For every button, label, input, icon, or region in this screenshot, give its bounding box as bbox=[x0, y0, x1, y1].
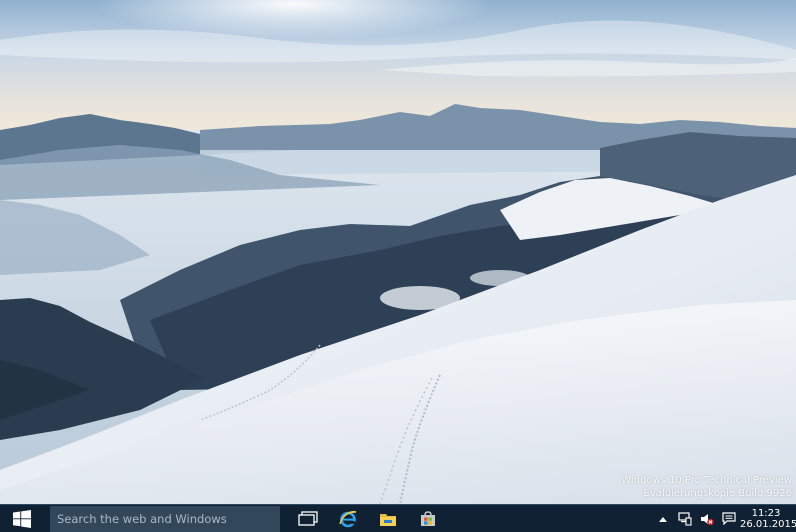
wallpaper-mountain-landscape bbox=[0, 0, 796, 504]
search-placeholder: Search the web and Windows bbox=[57, 511, 227, 526]
clock-time: 11:23 bbox=[751, 507, 781, 519]
show-hidden-icons-button[interactable] bbox=[652, 505, 674, 532]
internet-explorer-icon bbox=[339, 510, 357, 527]
watermark-edition: Windows 10 Pro Technical Preview bbox=[621, 475, 792, 486]
start-button[interactable] bbox=[0, 505, 44, 532]
windows-logo-icon bbox=[13, 509, 31, 528]
file-explorer-icon bbox=[380, 513, 396, 526]
network-button[interactable] bbox=[674, 505, 696, 532]
chevron-up-icon bbox=[659, 516, 667, 522]
windows-build-watermark: Windows 10 Pro Technical Preview Evaluie… bbox=[621, 474, 792, 500]
notification-area: 11:23 26.01.2015 bbox=[652, 505, 796, 532]
action-center-icon bbox=[722, 512, 736, 525]
store-button[interactable] bbox=[408, 505, 448, 532]
task-view-button[interactable] bbox=[288, 505, 328, 532]
volume-muted-icon bbox=[701, 513, 714, 525]
clock-date: 26.01.2015 bbox=[740, 518, 796, 530]
internet-explorer-button[interactable] bbox=[328, 505, 368, 532]
action-center-button[interactable] bbox=[718, 505, 740, 532]
clock-button[interactable]: 11:23 26.01.2015 bbox=[740, 508, 796, 530]
network-icon bbox=[678, 511, 692, 526]
store-icon bbox=[421, 510, 435, 526]
desktop[interactable]: Windows 10 Pro Technical Preview Evaluie… bbox=[0, 0, 796, 532]
file-explorer-button[interactable] bbox=[368, 505, 408, 532]
watermark-build: Evaluierungskopie Build 9926 bbox=[643, 488, 793, 499]
task-view-icon bbox=[298, 510, 318, 526]
volume-button[interactable] bbox=[696, 505, 718, 532]
taskbar: Search the web and Windows 11:23 26.01.2… bbox=[0, 504, 796, 532]
search-input[interactable]: Search the web and Windows bbox=[50, 505, 280, 532]
